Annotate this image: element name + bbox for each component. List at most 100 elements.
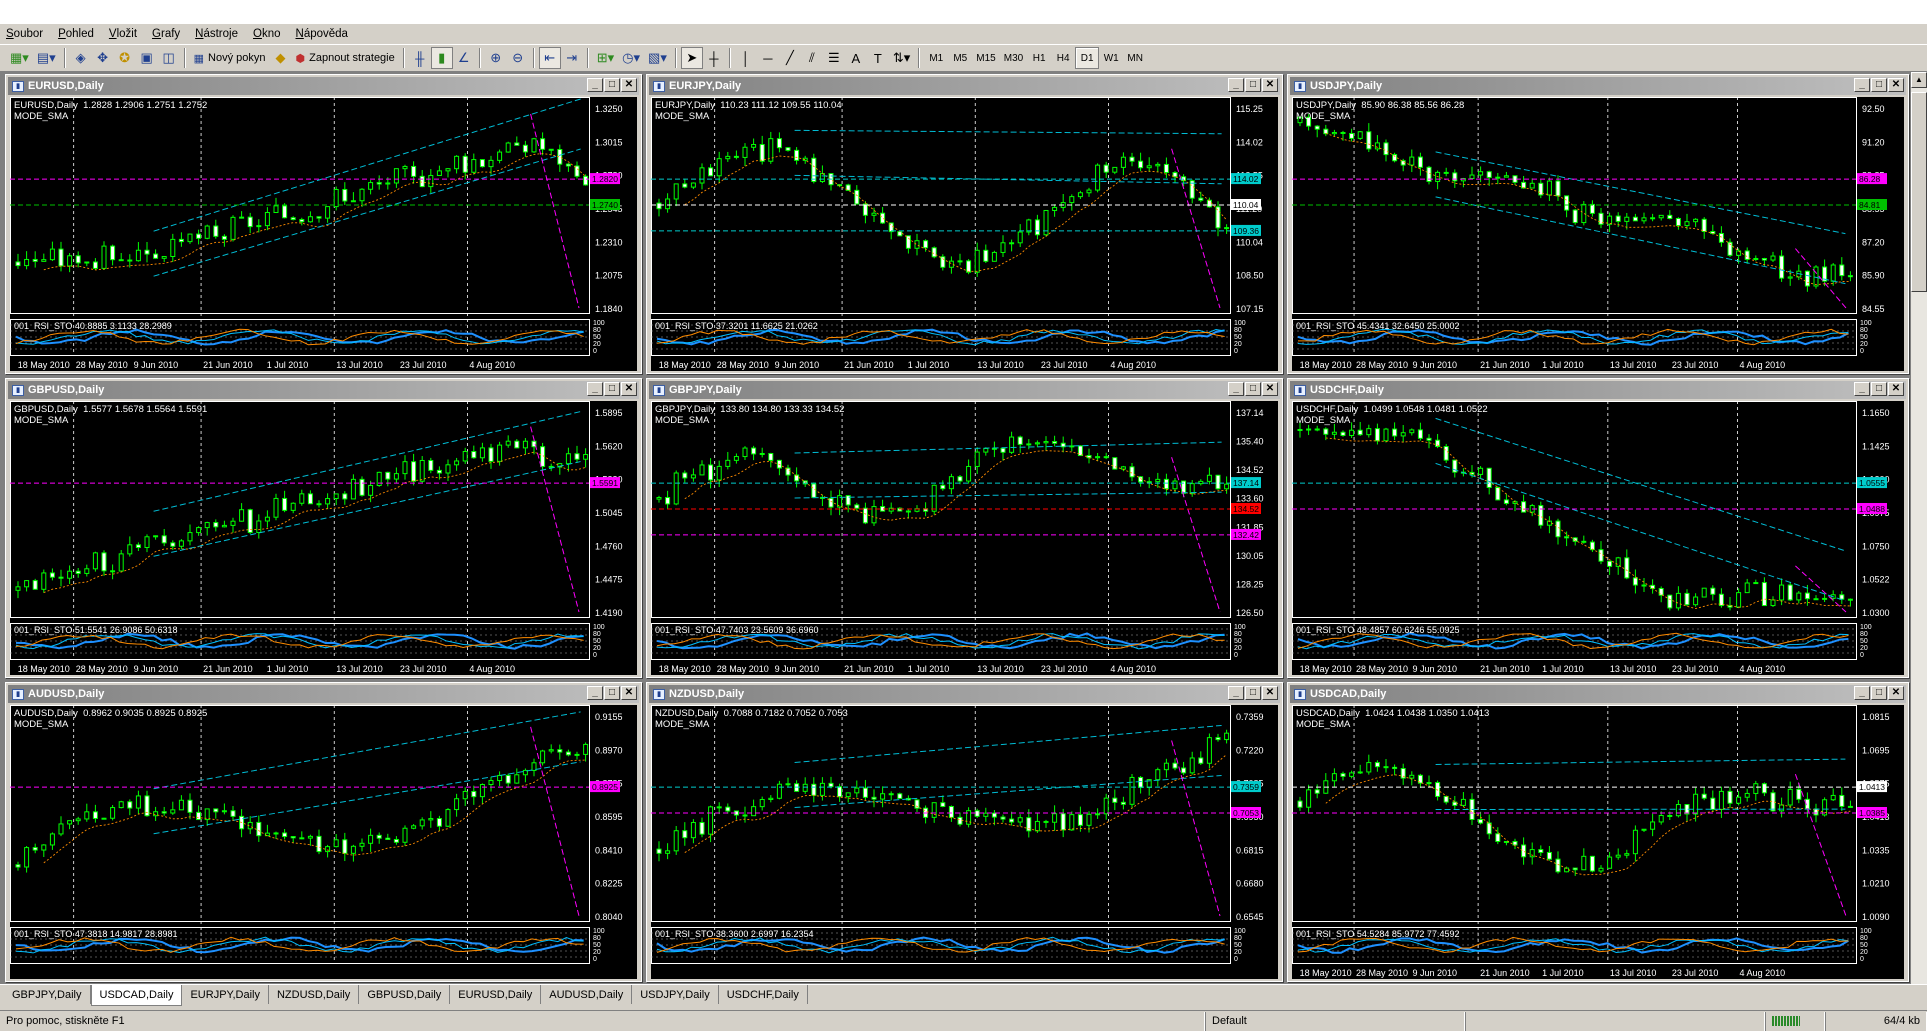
minimize-icon[interactable]: _	[1854, 686, 1870, 700]
chart-titlebar[interactable]: ▮ USDCHF,Daily _ □ ✕	[1290, 381, 1906, 399]
zoom-in-icon[interactable]: ⊕	[485, 47, 507, 69]
fibonacci-icon[interactable]: ☰	[823, 47, 845, 69]
scroll-thumb[interactable]	[1911, 92, 1927, 292]
tf-w1[interactable]: W1	[1099, 47, 1123, 69]
chart-window[interactable]: ▮ USDCHF,Daily _ □ ✕ 1.16501.14251.12001…	[1287, 378, 1909, 678]
minimize-icon[interactable]: _	[1854, 382, 1870, 396]
chart-titlebar[interactable]: ▮ GBPJPY,Daily _ □ ✕	[649, 381, 1280, 399]
strategy-button[interactable]: ⬢ Zapnout strategie	[292, 47, 399, 69]
chart-tab[interactable]: USDJPY,Daily	[632, 985, 719, 1004]
data-window-icon[interactable]: ✥	[92, 47, 114, 69]
navigator-icon[interactable]: ✪	[114, 47, 136, 69]
line-chart-icon[interactable]: ∠	[453, 47, 475, 69]
trendline-icon[interactable]: ╱	[779, 47, 801, 69]
chart-window[interactable]: ▮ EURJPY,Daily _ □ ✕ 115.25114.02112.551…	[646, 74, 1283, 374]
chart-window[interactable]: ▮ USDJPY,Daily _ □ ✕ 92.5091.2089.8588.5…	[1287, 74, 1909, 374]
close-icon[interactable]: ✕	[1888, 382, 1904, 396]
chart-titlebar[interactable]: ▮ NZDUSD,Daily _ □ ✕	[649, 685, 1280, 703]
price-chart[interactable]: 137.14 135.40 134.52 133.60 131.85 130.05 128.…	[651, 401, 1278, 675]
chart-titlebar[interactable]: ▮ USDJPY,Daily _ □ ✕	[1290, 77, 1906, 95]
close-icon[interactable]: ✕	[1888, 78, 1904, 92]
tf-m5[interactable]: M5	[948, 47, 972, 69]
maximize-icon[interactable]: □	[1245, 686, 1261, 700]
minimize-icon[interactable]: _	[587, 78, 603, 92]
chart-tab[interactable]: USDCHF,Daily	[719, 985, 808, 1004]
cursor-icon[interactable]: ➤	[680, 47, 703, 69]
close-icon[interactable]: ✕	[1262, 382, 1278, 396]
close-icon[interactable]: ✕	[1262, 686, 1278, 700]
market-watch-icon[interactable]: ◈	[70, 47, 92, 69]
arrows-icon[interactable]: ⇅▾	[889, 47, 914, 69]
chart-window[interactable]: ▮ GBPUSD,Daily _ □ ✕ 1.58951.56201.53301…	[5, 378, 642, 678]
tf-h1[interactable]: H1	[1027, 47, 1051, 69]
profiles-icon[interactable]: ▤▾	[33, 47, 60, 69]
close-icon[interactable]: ✕	[621, 686, 637, 700]
price-chart[interactable]: 115.25114.02112.55111.20110.04108.50107.…	[651, 97, 1278, 371]
chart-tab[interactable]: EURJPY,Daily	[182, 985, 269, 1004]
price-chart[interactable]: 1.58951.56201.53301.50451.47601.44751.41…	[10, 401, 637, 675]
tf-mn[interactable]: MN	[1123, 47, 1147, 69]
chart-titlebar[interactable]: ▮ EURUSD,Daily _ □ ✕	[8, 77, 639, 95]
minimize-icon[interactable]: _	[1228, 78, 1244, 92]
new-order-button[interactable]: ▦ Nový pokyn	[190, 47, 270, 69]
tester-icon[interactable]: ◫	[158, 47, 180, 69]
tf-h4[interactable]: H4	[1051, 47, 1075, 69]
maximize-icon[interactable]: □	[604, 382, 620, 396]
minimize-icon[interactable]: _	[587, 382, 603, 396]
chart-tab[interactable]: AUDUSD,Daily	[541, 985, 633, 1004]
menu-grafy[interactable]: Grafy	[152, 28, 180, 40]
indicators-icon[interactable]: ⊞▾	[593, 47, 618, 69]
price-chart[interactable]: 1.16501.14251.12001.09751.07501.05221.03…	[1292, 401, 1904, 675]
vertical-line-icon[interactable]: │	[735, 47, 757, 69]
zoom-out-icon[interactable]: ⊖	[507, 47, 529, 69]
menu-okno[interactable]: Okno	[253, 28, 281, 40]
price-chart[interactable]: 92.5091.2089.8588.5587.2085.9084.5586.28…	[1292, 97, 1904, 371]
tf-m15[interactable]: M15	[972, 47, 999, 69]
maximize-icon[interactable]: □	[1871, 78, 1887, 92]
minimize-icon[interactable]: _	[587, 686, 603, 700]
chart-tab[interactable]: USDCAD,Daily	[90, 985, 183, 1006]
minimize-icon[interactable]: _	[1228, 686, 1244, 700]
new-chart-icon[interactable]: ▦▾	[6, 47, 33, 69]
candlestick-icon[interactable]: ▮	[430, 47, 453, 69]
menu-pohled[interactable]: Pohled	[58, 28, 94, 40]
autoscroll-icon[interactable]: ⇤	[538, 47, 561, 69]
menu-nastroje[interactable]: Nástroje	[195, 28, 238, 40]
maximize-icon[interactable]: □	[1245, 382, 1261, 396]
minimize-icon[interactable]: _	[1228, 382, 1244, 396]
chart-window[interactable]: ▮ GBPJPY,Daily _ □ ✕ 137.14 135.40 134.52 1…	[646, 378, 1283, 678]
chart-window[interactable]: ▮ NZDUSD,Daily _ □ ✕ 0.73590.72200.70850…	[646, 682, 1283, 982]
maximize-icon[interactable]: □	[1245, 78, 1261, 92]
chart-tab[interactable]: NZDUSD,Daily	[269, 985, 360, 1004]
chart-window[interactable]: ▮ EURUSD,Daily _ □ ✕ 1.32501.30151.27801…	[5, 74, 642, 374]
workspace-scrollbar[interactable]: ▲	[1910, 72, 1927, 984]
maximize-icon[interactable]: □	[604, 78, 620, 92]
chart-shift-icon[interactable]: ⇥	[561, 47, 583, 69]
close-icon[interactable]: ✕	[621, 382, 637, 396]
channel-icon[interactable]: ⫽	[801, 47, 823, 69]
text-label-icon[interactable]: T	[867, 47, 889, 69]
menu-vlozit[interactable]: Vložit	[109, 28, 137, 40]
chart-titlebar[interactable]: ▮ USDCAD,Daily _ □ ✕	[1290, 685, 1906, 703]
maximize-icon[interactable]: □	[1871, 686, 1887, 700]
minimize-icon[interactable]: _	[1854, 78, 1870, 92]
terminal-icon[interactable]: ▣	[136, 47, 158, 69]
menu-napoveda[interactable]: Nápověda	[296, 28, 348, 40]
price-chart[interactable]: 0.91550.89700.87850.85950.84100.82250.80…	[10, 705, 637, 979]
text-icon[interactable]: A	[845, 47, 867, 69]
close-icon[interactable]: ✕	[1262, 78, 1278, 92]
templates-icon[interactable]: ▧▾	[644, 47, 671, 69]
chart-titlebar[interactable]: ▮ AUDUSD,Daily _ □ ✕	[8, 685, 639, 703]
maximize-icon[interactable]: □	[1871, 382, 1887, 396]
tf-m1[interactable]: M1	[924, 47, 948, 69]
chart-tab[interactable]: GBPUSD,Daily	[359, 985, 451, 1004]
tf-d1[interactable]: D1	[1075, 47, 1100, 69]
chart-tab[interactable]: EURUSD,Daily	[450, 985, 542, 1004]
chart-window[interactable]: ▮ USDCAD,Daily _ □ ✕ 1.08151.06951.05751…	[1287, 682, 1909, 982]
price-chart[interactable]: 1.08151.06951.05751.04131.03351.02101.00…	[1292, 705, 1904, 979]
scroll-up-icon[interactable]: ▲	[1911, 72, 1927, 88]
price-chart[interactable]: 1.32501.30151.27801.25451.23101.20751.18…	[10, 97, 637, 371]
maximize-icon[interactable]: □	[604, 686, 620, 700]
menu-soubor[interactable]: Soubor	[6, 28, 43, 40]
close-icon[interactable]: ✕	[621, 78, 637, 92]
